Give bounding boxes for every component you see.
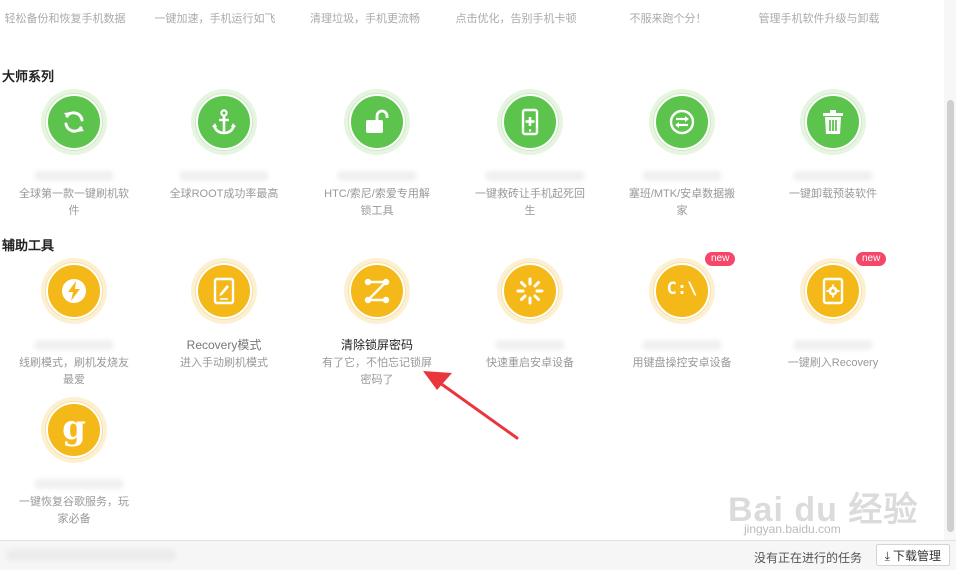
blurred-device-info <box>6 549 176 561</box>
icon-ring <box>497 258 563 324</box>
scroll-thumb[interactable] <box>947 100 954 532</box>
icon-ring <box>800 258 866 324</box>
icon-circle: C:\ <box>654 263 710 319</box>
icon-circle: g <box>46 402 102 458</box>
icon-circle <box>654 94 710 150</box>
tool-name <box>9 337 139 353</box>
download-manager-label: 下载管理 <box>892 549 941 563</box>
top-desc: 不服来跑个分！ <box>629 13 707 25</box>
icon-circle <box>805 263 861 319</box>
tablet-pen-icon <box>213 277 235 305</box>
tool-page: 轻松备份和恢复手机数据 一键加速，手机运行如飞 清理垃圾，手机更流畅 点击优化，… <box>0 0 944 540</box>
baidu-watermark-url: jingyan.baidu.com <box>744 522 841 536</box>
tool-desc: HTC/索尼/索爱专用解锁工具 <box>324 188 430 217</box>
section-title-assist: 辅助工具 <box>2 238 55 253</box>
tool-card-flash-recovery[interactable]: new 一键刷入Recovery <box>768 252 898 408</box>
icon-ring <box>41 89 107 155</box>
icon-ring <box>344 89 410 155</box>
icon-ring <box>800 89 866 155</box>
icon-ring <box>191 258 257 324</box>
icon-circle <box>46 94 102 150</box>
tool-desc: 一键救砖让手机起死回生 <box>475 188 585 217</box>
pattern-lock-icon <box>364 278 390 304</box>
tool-name <box>617 337 747 353</box>
tool-name <box>768 337 898 353</box>
unlock-icon <box>366 109 389 133</box>
google-icon: g <box>62 408 86 448</box>
new-badge: new <box>856 252 887 266</box>
icon-ring <box>649 89 715 155</box>
tool-desc: 用键盘操控安卓设备 <box>632 357 732 369</box>
download-icon: ⤓ <box>884 549 890 563</box>
top-description-row: 轻松备份和恢复手机数据 一键加速，手机运行如飞 清理垃圾，手机更流畅 点击优化，… <box>0 12 944 52</box>
tool-desc: 全球ROOT成功率最高 <box>169 188 279 200</box>
bottom-status-bar: 没有正在进行的任务 ⤓ 下载管理 <box>0 540 956 570</box>
tool-desc: 进入手动刷机模式 <box>180 357 268 369</box>
tool-desc: 全球第一款一键刷机软件 <box>19 188 129 217</box>
phone-plus-icon <box>521 108 539 136</box>
icon-circle <box>805 94 861 150</box>
icon-ring: g <box>41 397 107 463</box>
top-desc: 轻松备份和恢复手机数据 <box>4 13 126 25</box>
tool-card-unlock[interactable]: HTC/索尼/索爱专用解锁工具 <box>312 89 442 239</box>
tool-desc: 一键恢复谷歌服务，玩家必备 <box>19 496 129 525</box>
anchor-icon <box>212 109 236 135</box>
icon-circle <box>349 94 405 150</box>
tool-card-recovery-mode[interactable]: Recovery模式 进入手动刷机模式 <box>159 258 289 408</box>
icon-ring <box>41 258 107 324</box>
tool-card-flash[interactable]: 全球第一款一键刷机软件 <box>9 89 139 239</box>
icon-ring <box>191 89 257 155</box>
tool-card-rescue[interactable]: 一键救砖让手机起死回生 <box>465 89 595 239</box>
tool-name <box>9 476 139 492</box>
download-manager-button[interactable]: ⤓ 下载管理 <box>875 544 950 566</box>
task-status: 没有正在进行的任务 <box>753 551 862 565</box>
tool-card-transfer[interactable]: 塞班/MTK/安卓数据搬家 <box>617 89 747 239</box>
tool-name <box>617 168 747 184</box>
icon-circle <box>502 94 558 150</box>
trash-icon <box>823 110 843 134</box>
tool-name: 清除锁屏密码 <box>340 338 413 352</box>
lightning-icon <box>62 279 86 303</box>
tool-name: Recovery模式 <box>186 338 262 352</box>
top-desc: 管理手机软件升级与卸载 <box>758 13 880 25</box>
tool-desc: 一键卸载预装软件 <box>789 188 877 200</box>
restart-icon <box>516 277 544 305</box>
icon-circle <box>196 94 252 150</box>
icon-ring <box>497 89 563 155</box>
tool-desc: 一键刷入Recovery <box>787 357 879 369</box>
icon-circle <box>502 263 558 319</box>
tool-card-clear-lock-password[interactable]: 清除锁屏密码 有了它，不怕忘记锁屏密码了 <box>312 258 442 408</box>
tool-name <box>9 168 139 184</box>
tool-card-fastboot[interactable]: 线刷模式，刷机发烧友最爱 <box>9 258 139 408</box>
transfer-icon <box>669 109 695 135</box>
tool-card-google-services[interactable]: g 一键恢复谷歌服务，玩家必备 <box>9 397 139 547</box>
tool-desc: 快速重启安卓设备 <box>486 357 574 369</box>
tool-name <box>159 168 289 184</box>
top-desc: 点击优化，告别手机卡顿 <box>455 13 577 25</box>
section-title-master: 大师系列 <box>2 69 55 84</box>
tool-desc: 塞班/MTK/安卓数据搬家 <box>628 188 736 217</box>
icon-ring: C:\ <box>649 258 715 324</box>
new-badge: new <box>705 252 736 266</box>
refresh-icon <box>64 111 84 133</box>
tool-name <box>465 168 595 184</box>
tool-desc: 线刷模式，刷机发烧友最爱 <box>19 357 129 386</box>
tool-name <box>465 337 595 353</box>
tool-desc: 有了它，不怕忘记锁屏密码了 <box>322 357 432 386</box>
top-desc: 一键加速，手机运行如飞 <box>154 13 276 25</box>
tool-name <box>768 168 898 184</box>
vertical-scrollbar[interactable] <box>944 0 956 540</box>
tool-card-uninstall[interactable]: 一键卸载预装软件 <box>768 89 898 239</box>
tool-card-reboot[interactable]: 快速重启安卓设备 <box>465 258 595 408</box>
icon-circle <box>196 263 252 319</box>
icon-circle <box>349 263 405 319</box>
tool-card-keyboard-control[interactable]: C:\ new 用键盘操控安卓设备 <box>617 252 747 408</box>
icon-ring <box>344 258 410 324</box>
tool-name <box>312 168 442 184</box>
terminal-icon: C:\ <box>666 279 698 299</box>
icon-circle <box>46 263 102 319</box>
tool-card-root[interactable]: 全球ROOT成功率最高 <box>159 89 289 239</box>
top-desc: 清理垃圾，手机更流畅 <box>310 13 420 25</box>
phone-gear-icon <box>822 277 844 305</box>
